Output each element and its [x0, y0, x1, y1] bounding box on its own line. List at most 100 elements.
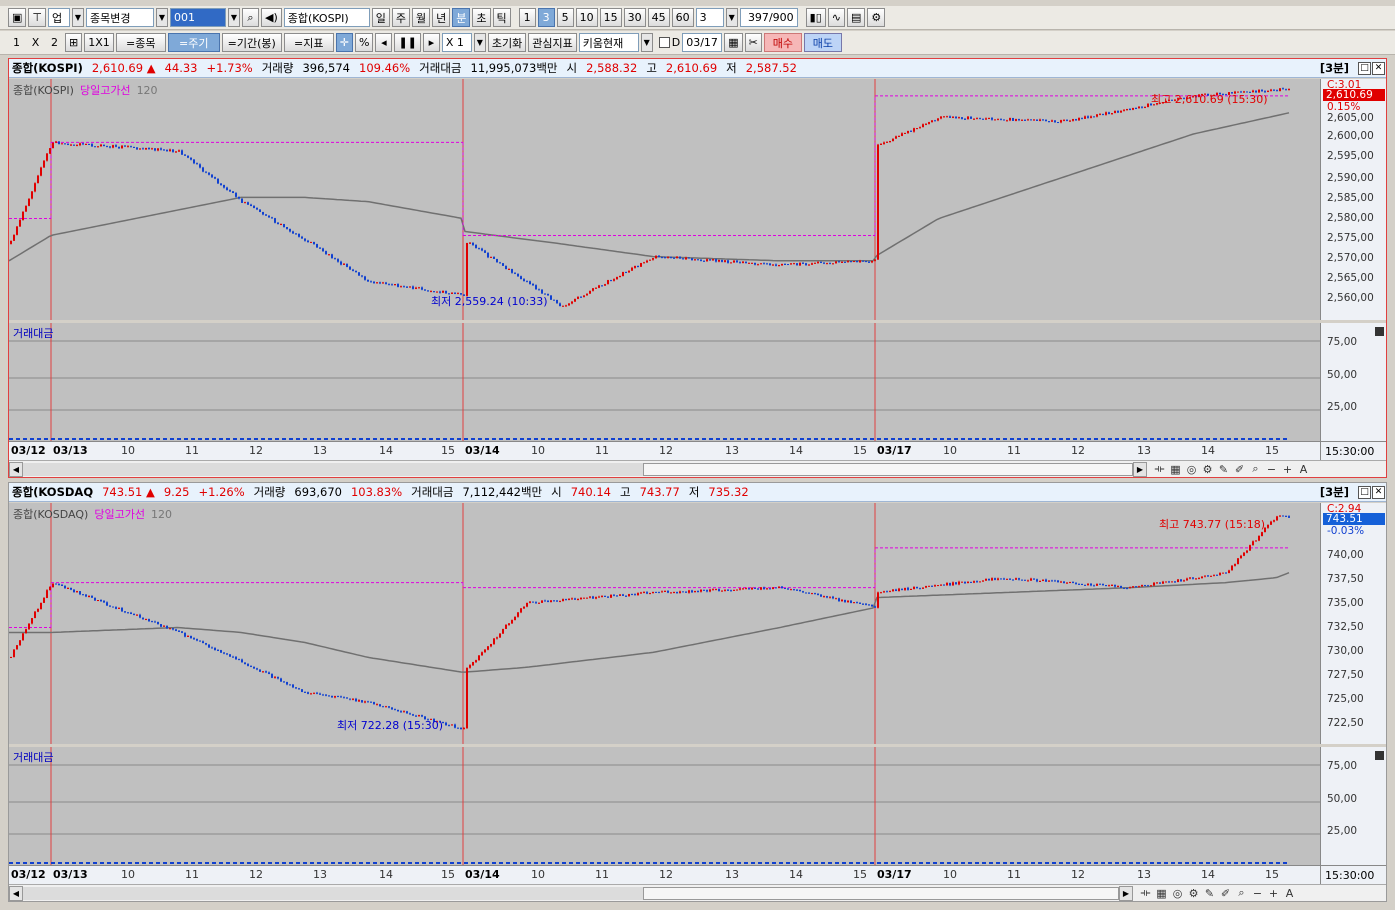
settings-icon[interactable]: ⚙: [1201, 463, 1214, 476]
pin-icon[interactable]: ⊤: [28, 8, 46, 27]
layout-2-button[interactable]: 2: [46, 33, 63, 52]
zoom-icon[interactable]: ⌕: [1235, 886, 1248, 900]
minute-45-button[interactable]: 45: [647, 8, 670, 27]
sell-button[interactable]: 매도: [803, 33, 842, 52]
scroll-right-icon[interactable]: ▶: [1133, 461, 1147, 477]
date-input[interactable]: 03/17: [682, 33, 723, 52]
slider-icon[interactable]: ⟛: [1139, 886, 1152, 900]
candle-body: [1060, 120, 1062, 123]
grid-icon[interactable]: ⊞: [65, 33, 83, 52]
date-checkbox[interactable]: [658, 37, 670, 48]
scroll-track[interactable]: [23, 462, 643, 476]
plus-icon[interactable]: +: [1267, 887, 1280, 900]
reset-button[interactable]: 초기화: [487, 33, 527, 52]
kospi-scrollbar[interactable]: ◀ ▶ ⟛ ▦ ◎ ⚙ ✎ ✐ ⌕ − + A: [9, 460, 1386, 477]
minute-3-button[interactable]: 3: [537, 8, 555, 27]
scroll-left-icon[interactable]: ◀: [9, 461, 23, 477]
code-input[interactable]: 001: [170, 8, 226, 27]
zoom-icon[interactable]: ⌕: [1249, 462, 1262, 476]
layout-1-button[interactable]: 1: [8, 33, 25, 52]
maximize-icon[interactable]: □: [1358, 61, 1371, 75]
table-icon[interactable]: ▦: [1169, 463, 1182, 476]
market-type-select[interactable]: 업: [48, 8, 70, 27]
item-button[interactable]: =종목: [115, 33, 166, 52]
chevron-down-icon[interactable]: ▼: [156, 8, 168, 27]
grid-1x1-button[interactable]: 1X1: [84, 33, 114, 52]
scroll-track[interactable]: [23, 886, 643, 900]
close-icon[interactable]: ✕: [1372, 485, 1385, 499]
scroll-thumb[interactable]: [643, 462, 1133, 476]
draw-icon[interactable]: ✐: [1219, 887, 1232, 900]
scroll-right-icon[interactable]: ▶: [1119, 885, 1133, 901]
kosdaq-price-chart[interactable]: 종합(KOSDAQ) 당일고가선 120 최고 743.77 (15:18) 최…: [9, 503, 1320, 744]
pause-icon[interactable]: ❚❚: [394, 33, 421, 52]
kospi-price-chart[interactable]: 종합(KOSPI) 당일고가선 120 최고 2,610.69 (15:30) …: [9, 79, 1320, 320]
minute-5-button[interactable]: 5: [556, 8, 574, 27]
chevron-down-icon[interactable]: ▼: [228, 8, 240, 27]
search-icon[interactable]: ⌕: [242, 8, 259, 27]
save-icon[interactable]: ▤: [846, 8, 866, 27]
chevron-down-icon[interactable]: ▼: [72, 8, 84, 27]
zoom-select[interactable]: X 1: [441, 33, 472, 52]
period-tick-button[interactable]: 틱: [492, 8, 511, 27]
count-field[interactable]: 397/900: [739, 8, 798, 27]
range-button[interactable]: =기간(봉): [221, 33, 282, 52]
draw-icon[interactable]: ✐: [1233, 463, 1246, 476]
layout-x-button[interactable]: X: [27, 33, 44, 52]
scissors-icon[interactable]: ✂: [744, 33, 762, 52]
scroll-thumb[interactable]: [643, 886, 1119, 900]
slider-icon[interactable]: ⟛: [1153, 462, 1166, 476]
period-second-button[interactable]: 초: [472, 8, 491, 27]
scroll-left-icon[interactable]: ◂: [375, 33, 393, 52]
minus-icon[interactable]: −: [1265, 463, 1278, 476]
line-type-icon[interactable]: ∿: [827, 8, 845, 27]
interval-input[interactable]: 3: [695, 8, 724, 27]
settings-icon[interactable]: ⚙: [1187, 887, 1200, 900]
minute-15-button[interactable]: 15: [599, 8, 622, 27]
plus-icon[interactable]: +: [1281, 463, 1294, 476]
maximize-icon[interactable]: □: [1358, 485, 1371, 499]
speaker-icon[interactable]: ◀): [261, 8, 282, 27]
text-icon[interactable]: A: [1283, 887, 1296, 900]
indicator-button[interactable]: =지표: [283, 33, 334, 52]
window-icon[interactable]: ▣: [8, 8, 27, 27]
scroll-right-icon[interactable]: ▸: [422, 33, 440, 52]
period-day-button[interactable]: 일: [371, 8, 390, 27]
target-icon[interactable]: ◎: [1171, 887, 1184, 900]
kospi-amount-chart[interactable]: 거래대금: [9, 323, 1320, 441]
close-pane-icon[interactable]: [1375, 327, 1384, 336]
chevron-down-icon[interactable]: ▼: [725, 8, 738, 27]
period-minute-button[interactable]: 분: [452, 8, 471, 27]
watch-indicator-button[interactable]: 관심지표: [528, 33, 577, 52]
brush-icon[interactable]: ✎: [1203, 887, 1216, 900]
brush-icon[interactable]: ✎: [1217, 463, 1230, 476]
minute-1-button[interactable]: 1: [518, 8, 536, 27]
theme-select[interactable]: 키움현재: [578, 33, 639, 52]
chevron-down-icon[interactable]: ▼: [640, 33, 653, 52]
text-icon[interactable]: A: [1297, 463, 1310, 476]
candle-type-icon[interactable]: ▮▯: [805, 8, 826, 27]
crosshair-icon[interactable]: ✛: [335, 33, 353, 52]
close-pane-icon[interactable]: [1375, 751, 1384, 760]
gear-icon[interactable]: ⚙: [867, 8, 886, 27]
minute-60-button[interactable]: 60: [671, 8, 694, 27]
period-button[interactable]: =주기: [167, 33, 220, 52]
close-icon[interactable]: ✕: [1372, 61, 1385, 75]
kosdaq-scrollbar[interactable]: ◀ ▶ ⟛ ▦ ◎ ⚙ ✎ ✐ ⌕ − + A: [9, 884, 1386, 901]
minute-30-button[interactable]: 30: [623, 8, 646, 27]
kosdaq-amount-chart[interactable]: 거래대금: [9, 747, 1320, 865]
period-week-button[interactable]: 주: [391, 8, 411, 27]
target-icon[interactable]: ◎: [1185, 463, 1198, 476]
item-change-select[interactable]: 종목변경: [86, 8, 154, 27]
minus-icon[interactable]: −: [1251, 887, 1264, 900]
table-icon[interactable]: ▦: [1155, 887, 1168, 900]
candle-body: [1144, 585, 1146, 587]
period-year-button[interactable]: 년: [432, 8, 451, 27]
scroll-left-icon[interactable]: ◀: [9, 885, 23, 901]
buy-button[interactable]: 매수: [763, 33, 802, 52]
minute-10-button[interactable]: 10: [575, 8, 598, 27]
chevron-down-icon[interactable]: ▼: [473, 33, 486, 52]
period-month-button[interactable]: 월: [412, 8, 431, 27]
calendar-icon[interactable]: ▦: [724, 33, 743, 52]
percent-icon[interactable]: %: [354, 33, 374, 52]
